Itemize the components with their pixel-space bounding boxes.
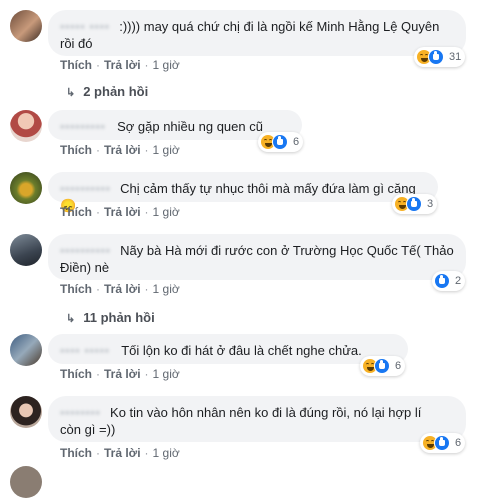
comment-bubble: •••••••••• Nãy bà Hà mới đi rước con ở T… xyxy=(48,234,466,280)
reaction-summary[interactable]: 6 xyxy=(258,132,304,152)
comment-actions: Thích · Trả lời · 1 giờ xyxy=(60,367,180,381)
timestamp[interactable]: 1 giờ xyxy=(153,143,180,157)
reply-arrow-icon: ↳ xyxy=(66,313,76,325)
reaction-summary[interactable]: 6 xyxy=(360,356,406,376)
commenter-name[interactable]: •••• ••••• xyxy=(60,343,110,358)
avatar[interactable] xyxy=(10,234,42,266)
commenter-name[interactable]: •••••••••• xyxy=(60,181,111,196)
reaction-count: 31 xyxy=(449,51,462,63)
comment-bubble: •••••••••• Chị cảm thấy tự nhục thôi mà … xyxy=(48,172,438,213)
comment-bubble: •••••••• Ko tin vào hôn nhân nên ko đi l… xyxy=(48,396,466,442)
like-icon xyxy=(428,49,444,65)
view-replies-link[interactable]: ↳ 11 phản hồi xyxy=(66,310,155,325)
comment-text: :)))) may quá chứ chị đi là ngồi kế Minh… xyxy=(119,19,440,34)
comment-text: Nãy bà Hà mới đi rước con ở Trường Học Q… xyxy=(120,243,454,258)
reply-link[interactable]: Trả lời xyxy=(104,446,141,460)
avatar[interactable] xyxy=(10,466,42,498)
reaction-count: 6 xyxy=(395,360,402,372)
avatar[interactable] xyxy=(10,10,42,42)
comment-bubble: •••• ••••• Tối lộn ko đi hát ở đâu là ch… xyxy=(48,334,408,364)
comment-actions: Thích · Trả lời · 1 giờ xyxy=(60,282,180,296)
reply-link[interactable]: Trả lời xyxy=(104,205,141,219)
reply-link[interactable]: Trả lời xyxy=(104,282,141,296)
reaction-count: 6 xyxy=(293,136,300,148)
commenter-name[interactable]: ••••••••• xyxy=(60,119,105,134)
like-link[interactable]: Thích xyxy=(60,143,92,157)
reaction-summary[interactable]: 31 xyxy=(414,47,466,67)
comment-text: Sợ gặp nhiều ng quen cũ xyxy=(117,119,263,134)
like-icon xyxy=(374,358,390,374)
reply-arrow-icon: ↳ xyxy=(66,87,76,99)
commenter-name[interactable]: ••••• •••• xyxy=(60,19,110,34)
comment-actions: Thích · Trả lời · 1 giờ xyxy=(60,143,180,157)
comment-actions: Thích · Trả lời · 1 giờ xyxy=(60,446,180,460)
avatar[interactable] xyxy=(10,396,42,428)
timestamp[interactable]: 1 giờ xyxy=(153,282,180,296)
comment-actions: Thích · Trả lời · 1 giờ xyxy=(60,205,180,219)
reaction-summary[interactable]: 2 xyxy=(432,271,466,291)
comment-text: rồi đó xyxy=(60,36,93,51)
reply-link[interactable]: Trả lời xyxy=(104,143,141,157)
like-icon xyxy=(272,134,288,150)
comment-text: còn gì =)) xyxy=(60,422,116,437)
reaction-count: 2 xyxy=(455,275,462,287)
reaction-count: 6 xyxy=(455,437,462,449)
like-icon xyxy=(434,435,450,451)
like-link[interactable]: Thích xyxy=(60,205,92,219)
reaction-summary[interactable]: 3 xyxy=(392,194,438,214)
timestamp[interactable]: 1 giờ xyxy=(153,58,180,72)
replies-label: 11 phản hồi xyxy=(83,310,155,325)
comment-actions: Thích · Trả lời · 1 giờ xyxy=(60,58,180,72)
reply-link[interactable]: Trả lời xyxy=(104,367,141,381)
avatar[interactable] xyxy=(10,110,42,142)
like-link[interactable]: Thích xyxy=(60,282,92,296)
like-icon xyxy=(406,196,422,212)
like-icon xyxy=(434,273,450,289)
view-replies-link[interactable]: ↳ 2 phản hồi xyxy=(66,84,148,99)
avatar[interactable] xyxy=(10,172,42,204)
comment-text: Điền) nè xyxy=(60,260,110,275)
timestamp[interactable]: 1 giờ xyxy=(153,205,180,219)
avatar[interactable] xyxy=(10,334,42,366)
reply-link[interactable]: Trả lời xyxy=(104,58,141,72)
reaction-count: 3 xyxy=(427,198,434,210)
commenter-name[interactable]: •••••••• xyxy=(60,405,100,420)
like-link[interactable]: Thích xyxy=(60,367,92,381)
commenter-name[interactable]: •••••••••• xyxy=(60,243,111,258)
like-link[interactable]: Thích xyxy=(60,58,92,72)
replies-label: 2 phản hồi xyxy=(83,84,149,99)
like-link[interactable]: Thích xyxy=(60,446,92,460)
comment-text: Ko tin vào hôn nhân nên ko đi là đúng rồ… xyxy=(110,405,422,420)
timestamp[interactable]: 1 giờ xyxy=(153,446,180,460)
comment-bubble: ••••• •••• :)))) may quá chứ chị đi là n… xyxy=(48,10,466,56)
comment-text: Tối lộn ko đi hát ở đâu là chết nghe chử… xyxy=(121,343,362,358)
reaction-summary[interactable]: 6 xyxy=(420,433,466,453)
timestamp[interactable]: 1 giờ xyxy=(153,367,180,381)
